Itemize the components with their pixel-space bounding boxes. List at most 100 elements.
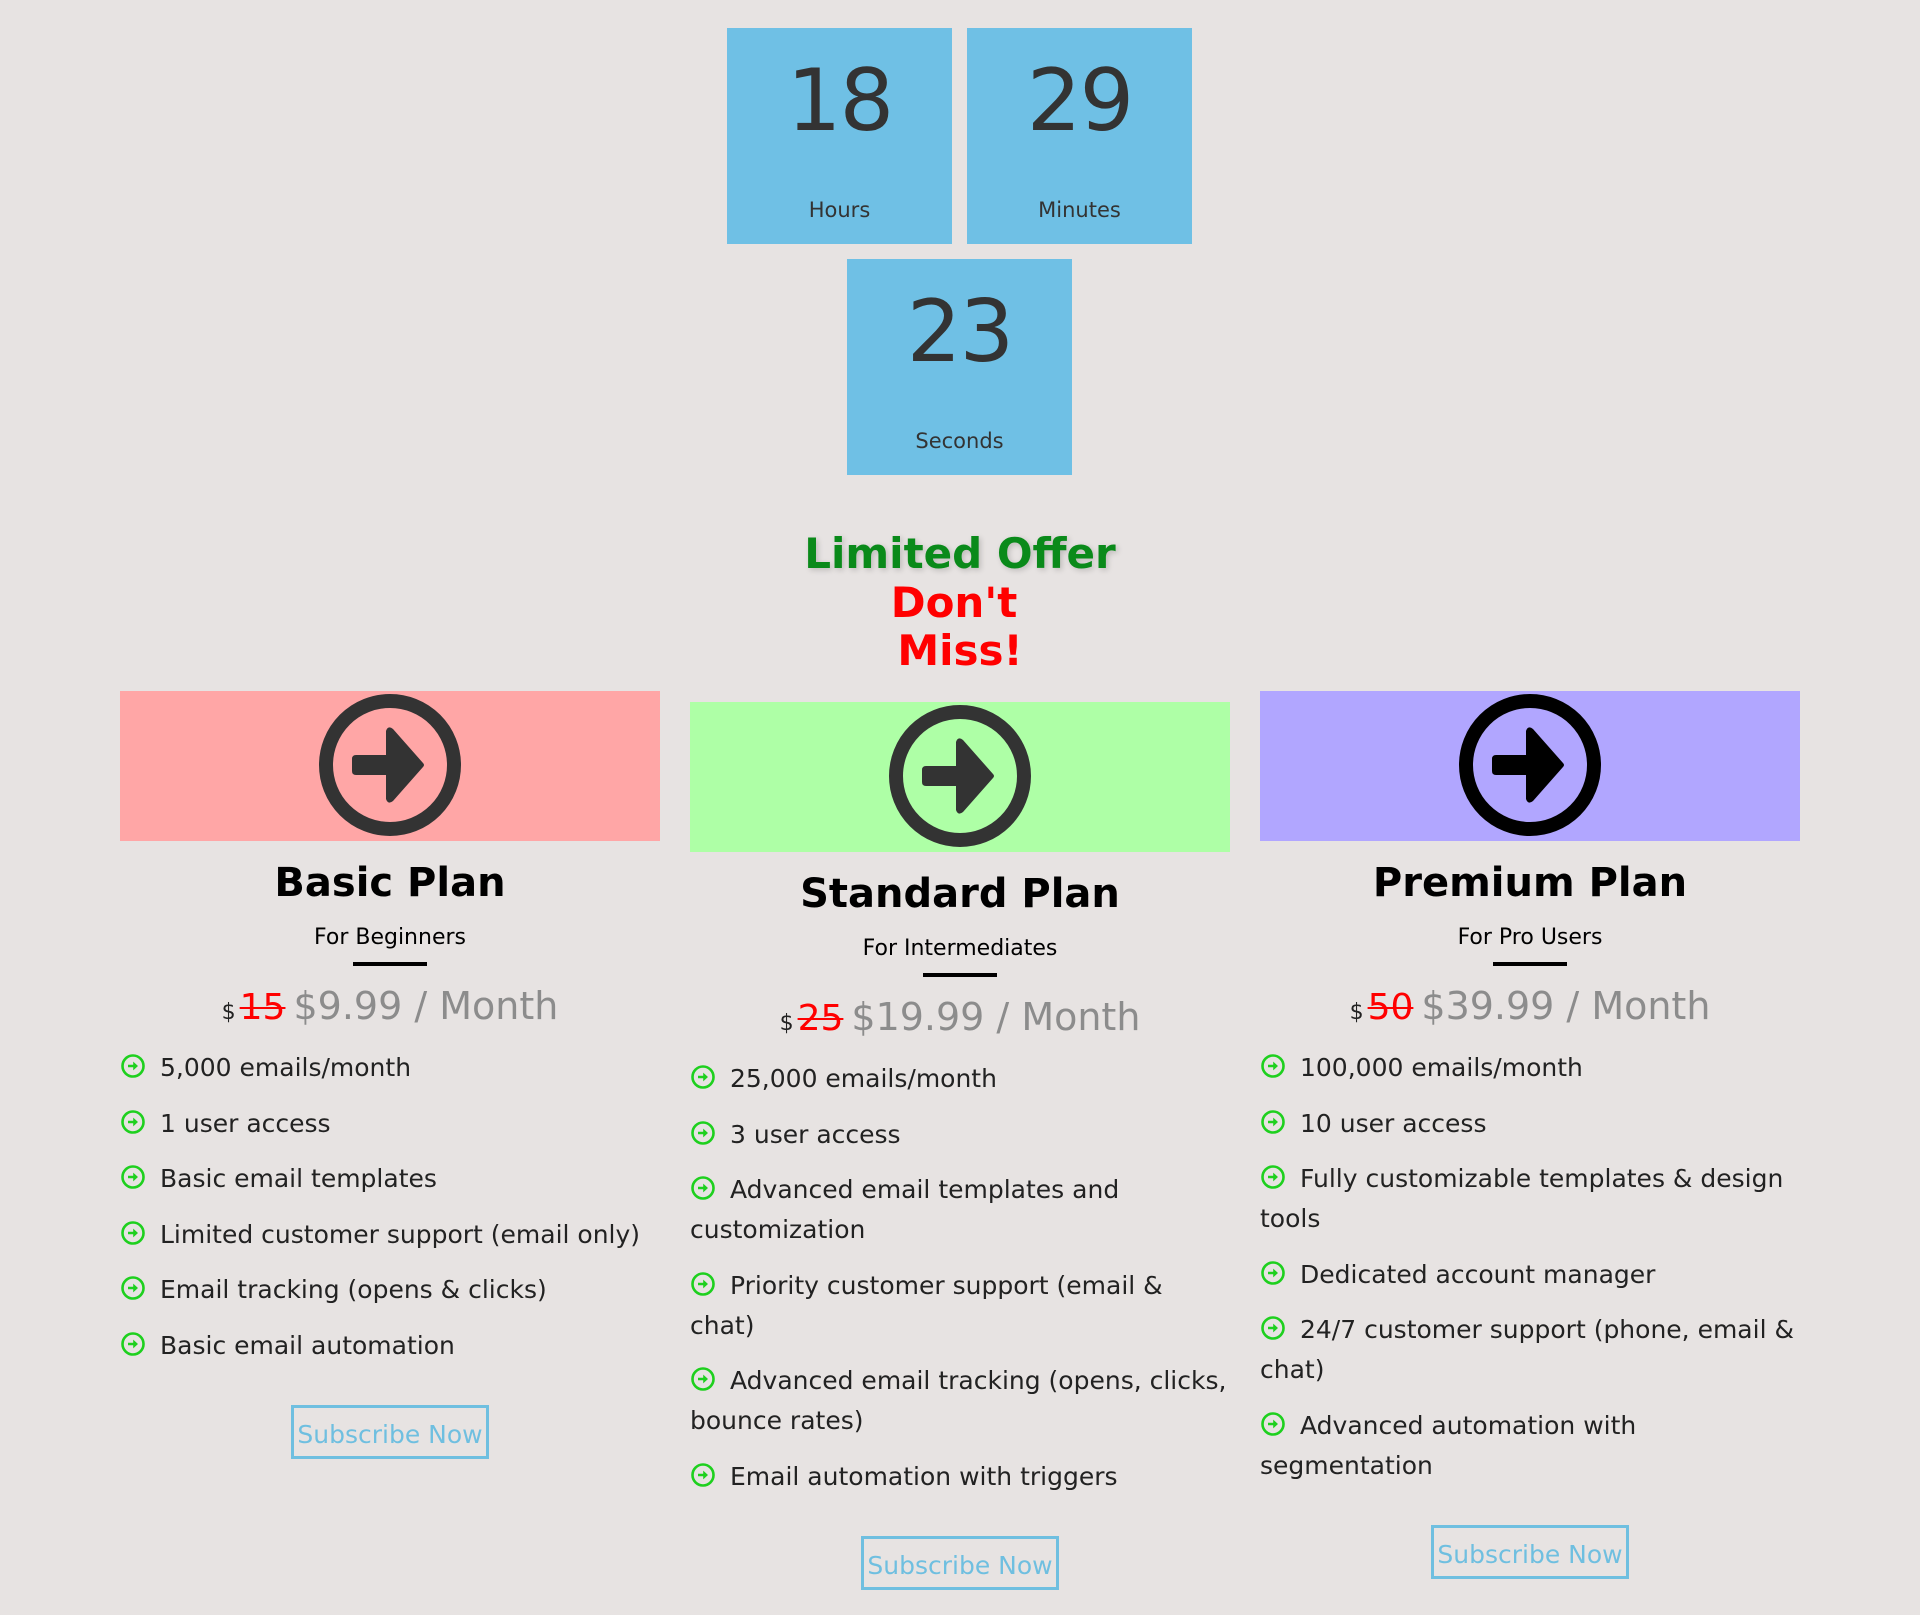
feature-text: Email tracking (opens & clicks) <box>160 1275 547 1304</box>
feature-text: Dedicated account manager <box>1300 1259 1656 1289</box>
plan-title: Premium Plan <box>1372 860 1688 906</box>
feature-item: Email tracking (opens & clicks) <box>120 1270 660 1310</box>
hours-value: 18 <box>786 51 894 151</box>
feature-item: 3 user access <box>690 1115 1230 1155</box>
feature-text: Email automation with triggers <box>730 1461 1118 1491</box>
feature-item: 10 user access <box>1260 1104 1800 1144</box>
feature-text: 25,000 emails/month <box>730 1064 997 1093</box>
plan-card-standard: Standard Plan For Intermediates $25 $19.9… <box>690 702 1230 1590</box>
dont-miss-line1: Don't <box>890 578 1018 627</box>
feature-item: Advanced email templates and customizati… <box>690 1170 1230 1250</box>
arrow-circle-right-icon <box>121 1109 145 1134</box>
new-price: $39.99 / Month <box>1421 984 1711 1028</box>
plan-title: Standard Plan <box>800 871 1120 917</box>
plan-card-premium: Premium Plan For Pro Users $50 $39.99 / M… <box>1260 691 1800 1579</box>
seconds-value: 23 <box>906 282 1014 382</box>
feature-item: Dedicated account manager <box>1260 1255 1800 1295</box>
feature-item: 25,000 emails/month <box>690 1059 1230 1099</box>
arrow-circle-right-icon <box>691 1120 715 1145</box>
plan-divider <box>923 973 997 977</box>
plan-header-band <box>690 702 1230 852</box>
arrow-circle-right-icon <box>691 1462 715 1487</box>
arrow-circle-right-icon <box>319 694 461 836</box>
feature-list: 100,000 emails/month 10 user access Fully … <box>1260 1048 1800 1486</box>
currency-symbol: $ <box>779 1011 794 1036</box>
feature-item: Email automation with triggers <box>690 1457 1230 1497</box>
feature-item: Limited customer support (email only) <box>120 1215 660 1255</box>
plan-price: $25 $19.99 / Month <box>690 995 1230 1039</box>
subscribe-now-button[interactable]: Subscribe Now <box>1431 1524 1629 1579</box>
feature-item: Advanced automation with segmentation <box>1260 1406 1800 1486</box>
hours-label: Hours <box>808 198 871 222</box>
new-price: $19.99 / Month <box>851 995 1141 1039</box>
plan-price: $15 $9.99 / Month <box>120 984 660 1028</box>
seconds-label: Seconds <box>915 429 1004 453</box>
arrow-circle-right-icon <box>691 1271 715 1296</box>
plan-title: Basic Plan <box>274 860 506 906</box>
feature-text: Advanced email templates and customizati… <box>690 1175 1120 1244</box>
feature-item: Basic email automation <box>120 1326 660 1366</box>
limited-offer-heading: Limited Offer <box>804 529 1116 578</box>
feature-text: Advanced email tracking (opens, clicks, … <box>690 1366 1227 1435</box>
feature-item: 5,000 emails/month <box>120 1048 660 1088</box>
feature-text: Advanced automation with segmentation <box>1260 1410 1637 1480</box>
plan-header-band <box>1260 691 1800 841</box>
feature-text: Fully customizable templates & design to… <box>1260 1164 1784 1233</box>
new-price: $9.99 / Month <box>293 984 559 1028</box>
plan-subtitle: For Intermediates <box>862 936 1058 961</box>
arrow-circle-right-icon <box>1261 1260 1285 1285</box>
old-price: 15 <box>239 987 286 1028</box>
feature-item: Priority customer support (email & chat) <box>690 1266 1230 1346</box>
old-price: 50 <box>1367 987 1414 1028</box>
feature-text: Basic email templates <box>160 1164 437 1193</box>
minutes-value: 29 <box>1026 51 1134 151</box>
feature-text: Basic email automation <box>160 1330 455 1360</box>
feature-item: 24/7 customer support (phone, email & ch… <box>1260 1310 1800 1390</box>
plan-price: $50 $39.99 / Month <box>1260 984 1800 1028</box>
arrow-circle-right-icon <box>1261 1411 1285 1436</box>
arrow-circle-right-icon <box>1261 1109 1285 1134</box>
arrow-circle-right-icon <box>889 705 1031 847</box>
feature-text: 5,000 emails/month <box>160 1053 412 1082</box>
feature-item: Basic email templates <box>120 1159 660 1199</box>
feature-text: Priority customer support (email & chat) <box>690 1270 1163 1340</box>
plan-header-band <box>120 691 660 841</box>
countdown-minutes: 29 Minutes <box>967 28 1192 244</box>
plan-divider <box>1493 962 1567 966</box>
arrow-circle-right-icon <box>691 1176 715 1200</box>
feature-text: Limited customer support (email only) <box>160 1219 641 1249</box>
feature-list: 5,000 emails/month 1 user access Basic ema… <box>120 1048 660 1366</box>
feature-item: 100,000 emails/month <box>1260 1048 1800 1088</box>
arrow-circle-right-icon <box>1261 1316 1285 1340</box>
arrow-circle-right-icon <box>691 1367 715 1391</box>
old-price: 25 <box>797 998 844 1039</box>
subscribe-now-button[interactable]: Subscribe Now <box>291 1404 489 1459</box>
feature-list: 25,000 emails/month 3 user access Advanced… <box>690 1059 1230 1497</box>
feature-item: Advanced email tracking (opens, clicks, … <box>690 1361 1230 1441</box>
dont-miss-line2: Miss! <box>897 626 1023 675</box>
feature-text: 24/7 customer support (phone, email & ch… <box>1260 1315 1794 1384</box>
arrow-circle-right-icon <box>121 1165 145 1189</box>
arrow-circle-right-icon <box>121 1220 145 1245</box>
currency-symbol: $ <box>1349 1000 1364 1025</box>
plan-subtitle: For Beginners <box>313 925 466 950</box>
arrow-circle-right-icon <box>1261 1054 1285 1078</box>
arrow-circle-right-icon <box>1459 694 1601 836</box>
plan-card-basic: Basic Plan For Beginners $15 $9.99 / Mont… <box>120 691 660 1459</box>
feature-text: 1 user access <box>160 1108 331 1138</box>
countdown-seconds: 23 Seconds <box>847 259 1072 475</box>
arrow-circle-right-icon <box>121 1054 145 1078</box>
subscribe-now-button[interactable]: Subscribe Now <box>861 1535 1059 1590</box>
plan-divider <box>353 962 427 966</box>
feature-item: 1 user access <box>120 1104 660 1144</box>
feature-text: 3 user access <box>730 1119 901 1149</box>
currency-symbol: $ <box>221 1000 236 1025</box>
feature-text: 10 user access <box>1300 1108 1487 1138</box>
plan-subtitle: For Pro Users <box>1457 925 1603 950</box>
arrow-circle-right-icon <box>121 1276 145 1300</box>
minutes-label: Minutes <box>1038 198 1121 222</box>
arrow-circle-right-icon <box>691 1065 715 1089</box>
countdown-hours: 18 Hours <box>727 28 952 244</box>
arrow-circle-right-icon <box>1261 1165 1285 1189</box>
feature-text: 100,000 emails/month <box>1300 1053 1583 1082</box>
